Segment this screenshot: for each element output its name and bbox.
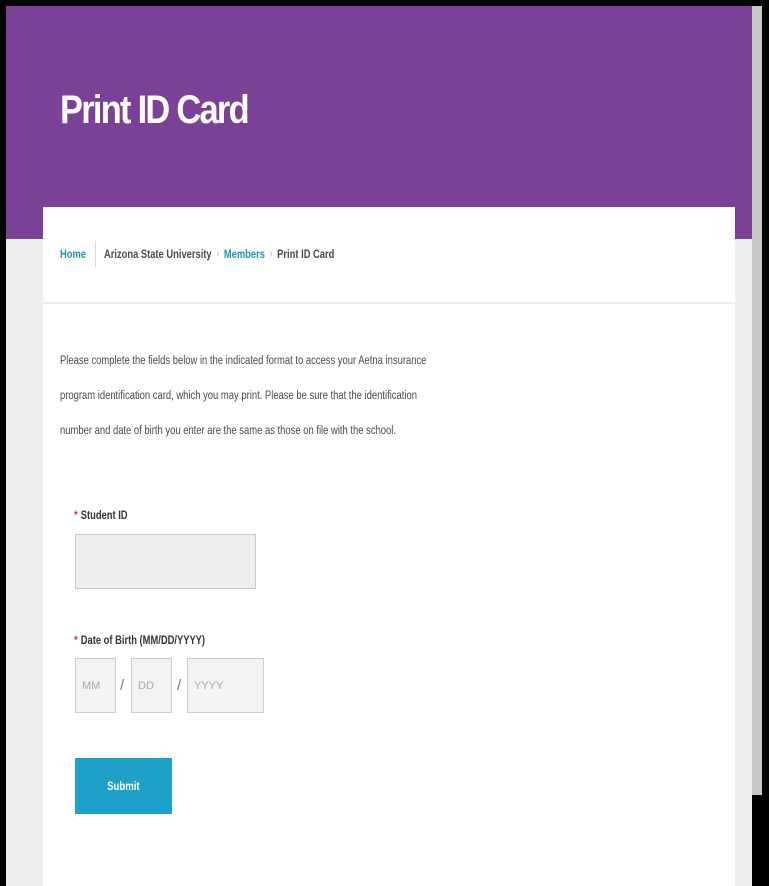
dob-label: * Date of Birth (MM/DD/YYYY) [74,633,205,647]
breadcrumb-current-page: Print ID Card [277,247,335,261]
breadcrumb-item-arizona-state-university: Arizona State University [103,247,212,261]
breadcrumb-chevron-icon: › [216,248,220,260]
breadcrumb-home-link[interactable]: Home [60,247,86,261]
dob-month-input[interactable] [75,658,116,713]
date-separator: / [120,677,125,694]
header-band: Print ID Card [6,6,752,239]
breadcrumb-members-link[interactable]: Members [224,247,265,261]
breadcrumb-chevron-icon: › [269,248,273,260]
dob-day-input[interactable] [131,658,172,713]
dob-year-input[interactable] [187,658,264,713]
date-separator: / [177,677,182,694]
required-marker: * [74,508,78,522]
scrollbar-thumb[interactable] [752,6,762,795]
submit-button-label: Submit [107,779,140,793]
submit-button[interactable]: Submit [75,758,172,814]
browser-viewport: Print ID Card Home Arizona State Univers… [6,6,752,886]
dob-label-text: Date of Birth (MM/DD/YYYY) [80,633,206,647]
student-id-input[interactable] [75,534,256,589]
breadcrumb-divider [95,241,97,267]
student-id-label: * Student ID [74,508,128,522]
content-card: Home Arizona State University › Members … [43,207,735,886]
student-id-label-text: Student ID [80,508,128,522]
required-marker: * [74,633,78,647]
page-title: Print ID Card [60,88,250,132]
section-divider [43,302,735,304]
breadcrumb: Home Arizona State University › Members … [60,241,334,267]
instructions-text: Please complete the fields below in the … [60,355,427,437]
